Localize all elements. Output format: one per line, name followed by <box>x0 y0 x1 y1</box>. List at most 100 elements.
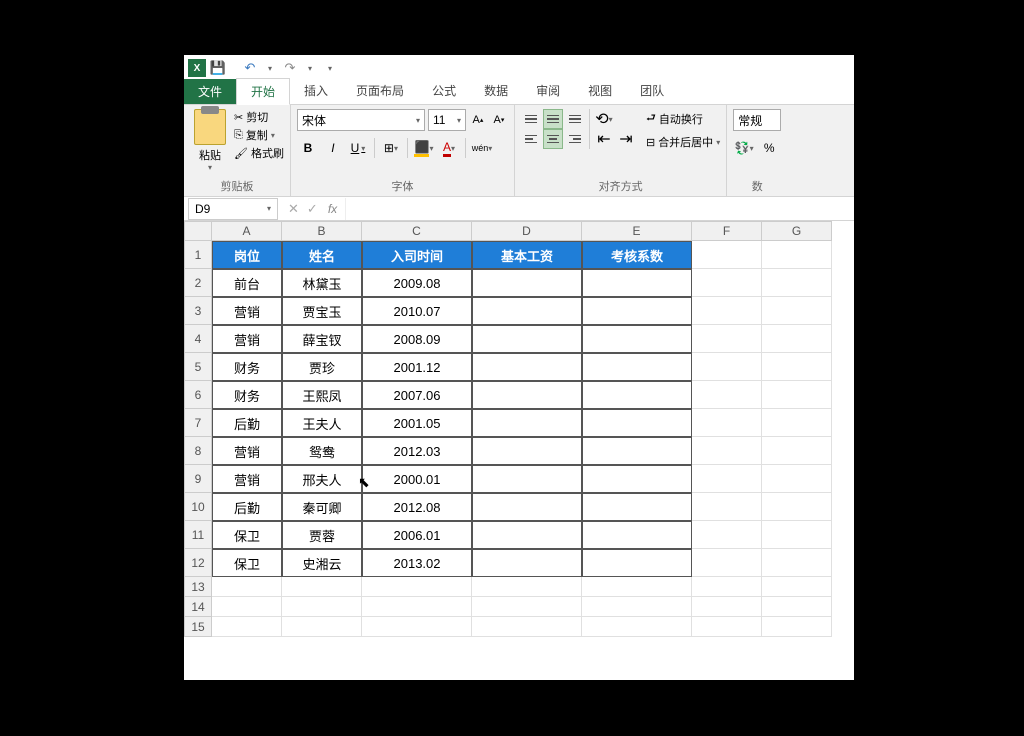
cell-D4[interactable] <box>472 325 582 353</box>
cell-E5[interactable] <box>582 353 692 381</box>
cell-C7[interactable]: 2001.05 <box>362 409 472 437</box>
row-header-12[interactable]: 12 <box>184 549 212 577</box>
cell-A1[interactable]: 岗位 <box>212 241 282 269</box>
tab-视图[interactable]: 视图 <box>574 78 626 104</box>
col-header-E[interactable]: E <box>582 221 692 241</box>
col-header-F[interactable]: F <box>692 221 762 241</box>
save-icon[interactable]: 💾 <box>210 60 226 76</box>
decrease-font-icon[interactable]: A▾ <box>490 111 508 129</box>
cell-B13[interactable] <box>282 577 362 597</box>
cell-C5[interactable]: 2001.12 <box>362 353 472 381</box>
spreadsheet-grid[interactable]: ABCDEFG 1岗位姓名入司时间基本工资考核系数2前台林黛玉2009.083营… <box>184 221 854 637</box>
cell-D2[interactable] <box>472 269 582 297</box>
cell-D15[interactable] <box>472 617 582 637</box>
row-header-10[interactable]: 10 <box>184 493 212 521</box>
cell-C3[interactable]: 2010.07 <box>362 297 472 325</box>
orientation-icon[interactable]: ⟲▾ <box>594 109 614 129</box>
cell-E10[interactable] <box>582 493 692 521</box>
cell-C1[interactable]: 入司时间 <box>362 241 472 269</box>
tab-插入[interactable]: 插入 <box>290 78 342 104</box>
cell-D9[interactable] <box>472 465 582 493</box>
row-header-6[interactable]: 6 <box>184 381 212 409</box>
cell-G7[interactable] <box>762 409 832 437</box>
select-all-corner[interactable] <box>184 221 212 241</box>
redo-icon[interactable]: ↷ <box>282 60 298 76</box>
cell-F9[interactable] <box>692 465 762 493</box>
name-box[interactable]: D9▾ <box>188 198 278 220</box>
cell-E1[interactable]: 考核系数 <box>582 241 692 269</box>
paste-button[interactable]: 粘贴 ▾ <box>190 109 230 172</box>
cell-C4[interactable]: 2008.09 <box>362 325 472 353</box>
tab-团队[interactable]: 团队 <box>626 78 678 104</box>
cell-D10[interactable] <box>472 493 582 521</box>
cell-D3[interactable] <box>472 297 582 325</box>
border-button[interactable]: ⊞▾ <box>380 137 402 159</box>
bold-button[interactable]: B <box>297 137 319 159</box>
cell-B7[interactable]: 王夫人 <box>282 409 362 437</box>
cell-F2[interactable] <box>692 269 762 297</box>
cell-A11[interactable]: 保卫 <box>212 521 282 549</box>
cell-C2[interactable]: 2009.08 <box>362 269 472 297</box>
cell-A7[interactable]: 后勤 <box>212 409 282 437</box>
cell-D13[interactable] <box>472 577 582 597</box>
formula-input[interactable] <box>345 198 854 220</box>
cell-B14[interactable] <box>282 597 362 617</box>
cell-B6[interactable]: 王熙凤 <box>282 381 362 409</box>
increase-indent-icon[interactable]: ⇥ <box>616 129 636 149</box>
cell-F10[interactable] <box>692 493 762 521</box>
cell-G13[interactable] <box>762 577 832 597</box>
cell-C9[interactable]: 2000.01 <box>362 465 472 493</box>
tab-审阅[interactable]: 审阅 <box>522 78 574 104</box>
cell-G1[interactable] <box>762 241 832 269</box>
cell-F4[interactable] <box>692 325 762 353</box>
decrease-indent-icon[interactable]: ⇤ <box>594 129 614 149</box>
cancel-formula-icon[interactable]: ✕ <box>288 201 299 217</box>
cell-A4[interactable]: 营销 <box>212 325 282 353</box>
cell-C15[interactable] <box>362 617 472 637</box>
cell-E14[interactable] <box>582 597 692 617</box>
cell-G6[interactable] <box>762 381 832 409</box>
cell-D6[interactable] <box>472 381 582 409</box>
row-header-8[interactable]: 8 <box>184 437 212 465</box>
number-format-select[interactable]: 常规 <box>733 109 781 131</box>
percent-format-icon[interactable]: % <box>758 137 780 159</box>
cell-D11[interactable] <box>472 521 582 549</box>
align-right-icon[interactable] <box>565 129 585 149</box>
cell-A8[interactable]: 营销 <box>212 437 282 465</box>
cut-button[interactable]: ✂剪切 <box>234 109 284 125</box>
cell-B9[interactable]: 邢夫人 <box>282 465 362 493</box>
cell-G8[interactable] <box>762 437 832 465</box>
cell-G5[interactable] <box>762 353 832 381</box>
fx-icon[interactable]: fx <box>328 202 337 216</box>
font-color-button[interactable]: A▾ <box>438 137 460 159</box>
font-size-select[interactable]: 11▾ <box>428 109 466 131</box>
cell-A6[interactable]: 财务 <box>212 381 282 409</box>
cell-F15[interactable] <box>692 617 762 637</box>
enter-formula-icon[interactable]: ✓ <box>307 201 318 217</box>
cell-E4[interactable] <box>582 325 692 353</box>
fill-color-button[interactable]: ⬛▾ <box>413 137 435 159</box>
cell-B2[interactable]: 林黛玉 <box>282 269 362 297</box>
row-header-1[interactable]: 1 <box>184 241 212 269</box>
qat-customize-icon[interactable]: ▾ <box>322 60 338 76</box>
row-header-2[interactable]: 2 <box>184 269 212 297</box>
cell-C10[interactable]: 2012.08 <box>362 493 472 521</box>
row-header-5[interactable]: 5 <box>184 353 212 381</box>
cell-D12[interactable] <box>472 549 582 577</box>
cell-E12[interactable] <box>582 549 692 577</box>
cell-C12[interactable]: 2013.02 <box>362 549 472 577</box>
font-name-select[interactable]: 宋体▾ <box>297 109 425 131</box>
align-bottom-icon[interactable] <box>565 109 585 129</box>
row-header-15[interactable]: 15 <box>184 617 212 637</box>
row-header-9[interactable]: 9 <box>184 465 212 493</box>
align-left-icon[interactable] <box>521 129 541 149</box>
cell-G9[interactable] <box>762 465 832 493</box>
cell-A10[interactable]: 后勤 <box>212 493 282 521</box>
cell-F13[interactable] <box>692 577 762 597</box>
col-header-D[interactable]: D <box>472 221 582 241</box>
cell-G12[interactable] <box>762 549 832 577</box>
undo-icon[interactable]: ↶ <box>242 60 258 76</box>
cell-D1[interactable]: 基本工资 <box>472 241 582 269</box>
accounting-format-icon[interactable]: 💱▾ <box>733 137 755 159</box>
wrap-text-button[interactable]: ⮐自动换行 <box>646 109 720 128</box>
